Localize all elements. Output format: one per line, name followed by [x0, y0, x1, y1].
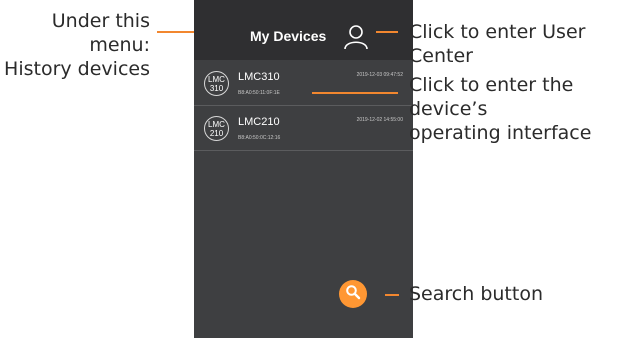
app-header: My Devices: [194, 0, 413, 60]
device-avatar: LMC 310: [204, 71, 229, 96]
device-avatar-number: 310: [209, 83, 224, 93]
search-callout-line: [385, 294, 399, 296]
device-timestamp: 2019-12-03 09:47:52: [356, 72, 403, 78]
device-avatar-model: LMC: [208, 74, 225, 84]
page-title[interactable]: My Devices: [250, 28, 326, 44]
device-avatar: LMC 210: [204, 116, 229, 141]
history-annotation-line2: History devices: [4, 58, 150, 80]
device-list-item[interactable]: LMC 310 LMC310 B8:A0:50:11:0F:1E 2019-12…: [194, 66, 413, 106]
search-button[interactable]: [339, 280, 367, 308]
user-icon[interactable]: [343, 24, 369, 50]
history-annotation-line1: Under this menu:: [51, 10, 150, 56]
phone-screen: My Devices LMC 310 LMC310 B8:A0:50:11:0F…: [194, 0, 413, 338]
device-interface-callout-line: [312, 92, 398, 94]
history-annotation: Under this menu: History devices: [0, 9, 150, 81]
device-list-item[interactable]: LMC 210 LMC210 B8:A0:50:0C:12:16 2019-12…: [194, 111, 413, 151]
device-name: LMC310: [238, 71, 280, 83]
search-icon: [345, 284, 361, 305]
device-name: LMC210: [238, 116, 280, 128]
device-mac: B8:A0:50:0C:12:16: [238, 135, 281, 141]
device-timestamp: 2019-12-02 14:55:00: [356, 117, 403, 123]
device-avatar-model: LMC: [208, 119, 225, 129]
device-interface-annotation-line1: Click to enter the device’s: [409, 74, 574, 120]
search-annotation: Search button: [409, 283, 543, 305]
device-avatar-number: 210: [209, 128, 224, 138]
user-center-callout-line: [376, 31, 398, 33]
device-interface-annotation-line2: operating interface: [409, 122, 592, 144]
device-mac: B8:A0:50:11:0F:1E: [238, 90, 280, 96]
user-center-annotation: Click to enter User Center: [409, 21, 586, 67]
device-interface-annotation: Click to enter the device’s operating in…: [409, 73, 619, 145]
